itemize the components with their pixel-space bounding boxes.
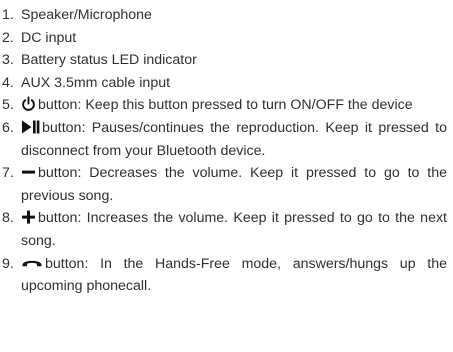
item-text: button: Decreases the volume. Keep it pr… xyxy=(21,165,447,204)
item-text: button: In the Hands-Free mode, answers/… xyxy=(21,255,447,295)
item-text: button: Pauses/continues the reproductio… xyxy=(21,119,447,159)
list-item: 6. button: Pauses/continues the reproduc… xyxy=(0,117,453,162)
phone-handset-icon xyxy=(21,255,43,271)
list-item: 4. AUX 3.5mm cable input xyxy=(0,72,453,95)
item-text: Battery status LED indicator xyxy=(21,52,197,69)
list-item: 7. button: Decreases the volume. Keep it… xyxy=(0,162,453,207)
item-text: AUX 3.5mm cable input xyxy=(21,74,171,91)
item-text: button: Increases the volume. Keep it pr… xyxy=(21,210,447,249)
minus-icon xyxy=(21,164,36,180)
item-number: 1. xyxy=(2,7,14,23)
item-number: 6. xyxy=(2,119,14,136)
item-number: 4. xyxy=(2,74,14,91)
item-number: 5. xyxy=(2,97,14,114)
item-text: Speaker/Microphone xyxy=(21,7,152,23)
item-text: button: Keep this button pressed to turn… xyxy=(38,97,413,114)
list-item: 3. Battery status LED indicator xyxy=(0,49,453,72)
instruction-list: 1. Speaker/Microphone 2. DC input 3. Bat… xyxy=(0,0,453,298)
item-number: 8. xyxy=(2,210,14,227)
item-number: 7. xyxy=(2,165,14,182)
power-icon xyxy=(21,96,36,112)
list-item: 8. button: Increases the volume. Keep it… xyxy=(0,207,453,252)
item-text: DC input xyxy=(21,29,77,46)
item-number: 9. xyxy=(2,255,14,272)
list-item: 1. Speaker/Microphone xyxy=(0,4,453,27)
list-item: 2. DC input xyxy=(0,27,453,50)
item-number: 2. xyxy=(2,29,14,46)
list-item: 5. button: Keep this button pressed to t… xyxy=(0,94,453,117)
list-item: 9. button: In the Hands-Free mode, answe… xyxy=(0,253,453,298)
plus-icon xyxy=(21,209,36,225)
item-number: 3. xyxy=(2,52,14,69)
play-pause-icon xyxy=(21,119,40,135)
